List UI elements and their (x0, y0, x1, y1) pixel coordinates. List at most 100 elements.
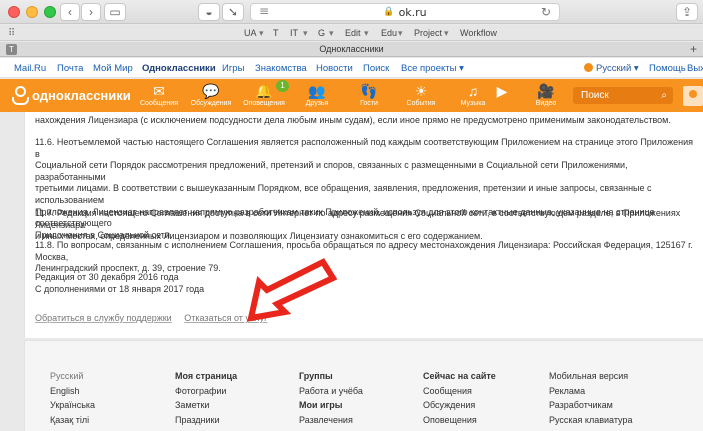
bookmark-workflow[interactable]: Workflow (460, 28, 497, 38)
help-link[interactable]: Помощь (649, 63, 686, 74)
footer-mobile-version[interactable]: Мобильная версия (549, 369, 632, 384)
footer-now-on-site: Сейчас на сайте Сообщения Обсуждения Опо… (423, 369, 496, 427)
nav-mail[interactable]: Почта (57, 63, 83, 74)
tab-bar: T Одноклассники + (0, 42, 703, 57)
footer-photos[interactable]: Фотографии (175, 384, 237, 399)
chat-bubble-icon: 💬 (202, 83, 220, 99)
bookmark-g[interactable]: G (318, 28, 325, 38)
tab-favicon-icon: T (6, 44, 17, 55)
footer-lang-kazakh[interactable]: Қазақ тілі (50, 413, 95, 428)
footer-misc: Мобильная версия Реклама Разработчикам Р… (549, 369, 632, 427)
footer-notifications[interactable]: Оповещения (423, 413, 496, 428)
nav-mailru[interactable]: Mail.Ru (14, 63, 46, 74)
footprints-icon: 👣 (360, 83, 378, 99)
nav-my-world[interactable]: Мой Мир (93, 63, 133, 74)
ok-nav-messages[interactable]: ✉ Сообщения (135, 82, 183, 107)
clause-11-8: 11.8. По вопросам, связанным с исполнени… (35, 240, 693, 274)
back-button[interactable]: ‹ (60, 3, 80, 21)
zoom-window-button[interactable] (44, 6, 56, 18)
agreement-text-fragment: нахождения Лицензиара (с исключением под… (35, 115, 671, 125)
grid-icon[interactable]: ⠿ (8, 28, 15, 39)
footer-holidays[interactable]: Праздники (175, 413, 237, 428)
footer-groups: Группы Работа и учёба Мои игры Развлечен… (299, 369, 363, 427)
ok-nav-guests[interactable]: 👣 Гости (345, 82, 393, 107)
ok-nav-events[interactable]: ☀ События (397, 82, 445, 107)
lock-icon: 🔒 (383, 7, 395, 17)
url-text: ok.ru (398, 5, 427, 19)
red-annotation-arrow-icon (247, 258, 337, 322)
nav-dating[interactable]: Знакомства (255, 63, 307, 74)
forward-button[interactable]: › (81, 3, 101, 21)
nav-news[interactable]: Новости (316, 63, 353, 74)
support-link[interactable]: Обратиться в службу поддержки (35, 313, 172, 323)
footer-lang-ukrainian[interactable]: Українська (50, 398, 95, 413)
address-bar[interactable]: ≡ 🔒 ok.ru ↻ (250, 3, 560, 21)
share-button[interactable]: ⇪ (676, 3, 698, 21)
pocket-icon: ◒ (205, 5, 213, 19)
chevron-right-icon: › (89, 5, 93, 19)
search-icon[interactable]: ⌕ (661, 87, 667, 104)
bookmark-it[interactable]: IT (290, 28, 298, 38)
footer-lang-russian[interactable]: Русский (50, 369, 95, 384)
footer-groups-title[interactable]: Группы (299, 369, 363, 384)
sidebar-icon: ▭ (109, 5, 121, 19)
bookmark-edit[interactable]: Edit (345, 28, 361, 38)
edition-dates: Редакция от 30 декабря 2016 года С допол… (35, 272, 205, 294)
mailru-portal-nav: Mail.Ru Почта Мой Мир Одноклассники Игры… (0, 58, 703, 78)
nav-search[interactable]: Поиск (363, 63, 389, 74)
footer-messages[interactable]: Сообщения (423, 384, 496, 399)
notifications-count-badge: 1 (276, 80, 289, 92)
minimize-window-button[interactable] (26, 6, 38, 18)
bookmark-ua[interactable]: UA (244, 28, 257, 38)
share-icon: ⇪ (681, 5, 693, 19)
page-footer: Русский English Українська Қазақ тілі Мо… (24, 340, 703, 431)
footer-my-games-title[interactable]: Мои игры (299, 398, 363, 413)
footer-my-page-title[interactable]: Моя страница (175, 369, 237, 384)
exit-link[interactable]: Вых (687, 63, 703, 74)
bookmark-t[interactable]: T (273, 28, 279, 38)
bookmarks-bar: ⠿ UA ▾ T IT ▾ G ▾ Edit ▾ Edu ▾ Project ▾… (0, 25, 703, 41)
reload-icon[interactable]: ↻ (541, 5, 551, 19)
globe-icon (584, 63, 593, 72)
chevron-left-icon: ‹ (68, 5, 72, 19)
new-tab-button[interactable]: + (690, 42, 697, 56)
bookmark-edu[interactable]: Edu (381, 28, 397, 38)
nav-all-projects[interactable]: Все проекты ▾ (401, 63, 464, 74)
ok-logo-icon (10, 85, 29, 105)
ok-header: одноклассники ✉ Сообщения 💬 Обсуждения 🔔 Оп… (0, 79, 703, 112)
language-selector[interactable]: Русский ▾ (584, 63, 639, 74)
ok-logo[interactable]: одноклассники (10, 85, 131, 105)
bookmark-project[interactable]: Project (414, 28, 442, 38)
footer-entertainment[interactable]: Развлечения (299, 413, 363, 428)
sidebar-button[interactable]: ▭ (104, 3, 126, 21)
pocket-button[interactable]: ◒ (198, 3, 220, 21)
nav-odnoklassniki[interactable]: Одноклассники (142, 63, 216, 74)
agreement-links: Обратиться в службу поддержки Отказаться… (35, 313, 277, 323)
footer-discussions[interactable]: Обсуждения (423, 398, 496, 413)
footer-languages: Русский English Українська Қазақ тілі (50, 369, 95, 427)
nav-games[interactable]: Игры (222, 63, 244, 74)
play-icon: ▶ (496, 83, 508, 99)
reader-menu-icon[interactable]: ≡ (259, 4, 269, 18)
tab-title[interactable]: Одноклассники (319, 44, 383, 54)
share-extension-button[interactable]: ➘ (222, 3, 244, 21)
ok-nav-discussions[interactable]: 💬 Обсуждения (187, 82, 235, 107)
footer-lang-english[interactable]: English (50, 384, 95, 399)
footer-ads[interactable]: Реклама (549, 384, 632, 399)
clause-11-7: 11.7. Редакция настоящего Соглашения дос… (35, 208, 681, 242)
close-window-button[interactable] (8, 6, 20, 18)
video-camera-icon: 🎥 (537, 83, 555, 99)
ok-nav-play[interactable]: ▶ (490, 82, 514, 100)
agreement-content: нахождения Лицензиара (с исключением под… (24, 112, 703, 338)
ok-search-input[interactable]: Поиск ⌕ (573, 87, 673, 104)
footer-work-study[interactable]: Работа и учёба (299, 384, 363, 399)
footer-notes[interactable]: Заметки (175, 398, 237, 413)
footer-now-on-site-title[interactable]: Сейчас на сайте (423, 369, 496, 384)
ok-nav-friends[interactable]: 👥 Друзья (293, 82, 341, 107)
arrow-icon: ➘ (227, 5, 239, 19)
footer-russian-keyboard[interactable]: Русская клавиатура (549, 413, 632, 428)
ok-nav-video[interactable]: 🎥 Видео (522, 82, 570, 107)
events-icon: ☀ (414, 83, 428, 99)
footer-developers[interactable]: Разработчикам (549, 398, 632, 413)
user-avatar[interactable] (683, 86, 703, 106)
